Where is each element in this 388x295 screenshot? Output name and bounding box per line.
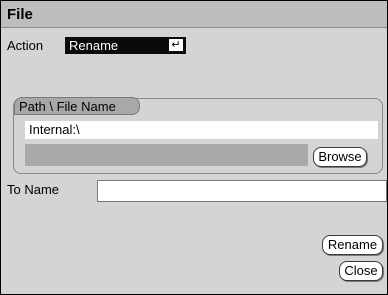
- action-dropdown[interactable]: Rename ↵: [65, 37, 186, 54]
- to-name-input[interactable]: [97, 180, 387, 202]
- dialog-title: File: [7, 6, 33, 23]
- file-dialog: File Action Rename ↵ Path \ File Name In…: [0, 0, 388, 295]
- action-label: Action: [7, 38, 44, 53]
- rename-button[interactable]: Rename: [322, 235, 383, 255]
- path-browse-area: [25, 144, 308, 166]
- close-button[interactable]: Close: [339, 261, 383, 281]
- path-field[interactable]: Internal:\: [25, 121, 378, 139]
- title-bar: File: [1, 1, 387, 28]
- enter-icon: ↵: [169, 39, 183, 51]
- path-group-title: Path \ File Name: [19, 99, 116, 114]
- to-name-label: To Name: [7, 182, 60, 197]
- path-group-tab: Path \ File Name: [14, 97, 140, 115]
- action-dropdown-value: Rename: [69, 38, 119, 53]
- browse-button[interactable]: Browse: [313, 147, 367, 167]
